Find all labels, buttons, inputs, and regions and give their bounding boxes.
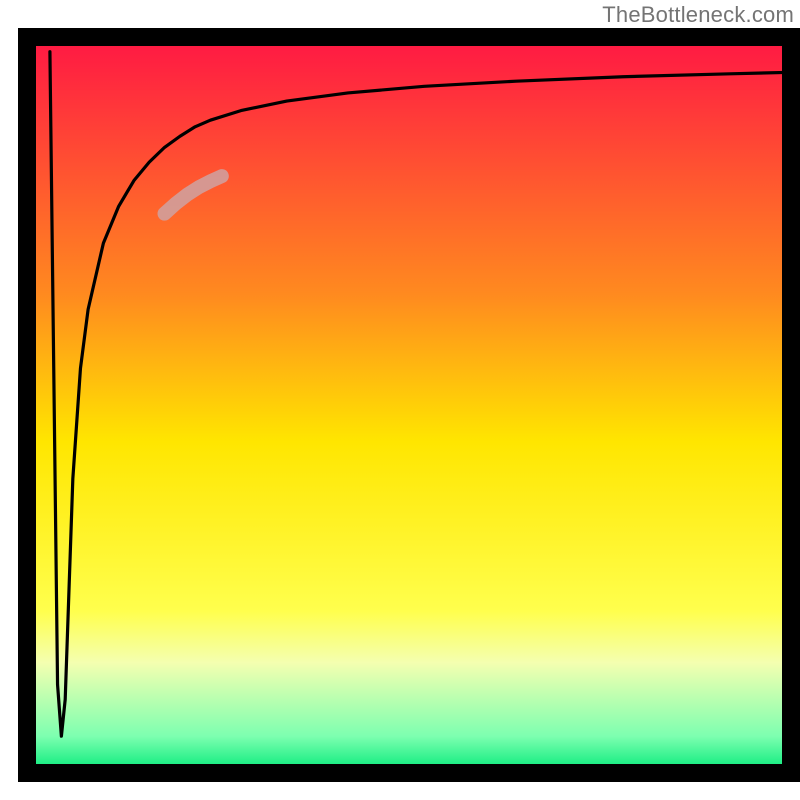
bottleneck-chart [0,0,800,800]
gradient-background [27,37,791,773]
chart-stage: TheBottleneck.com [0,0,800,800]
